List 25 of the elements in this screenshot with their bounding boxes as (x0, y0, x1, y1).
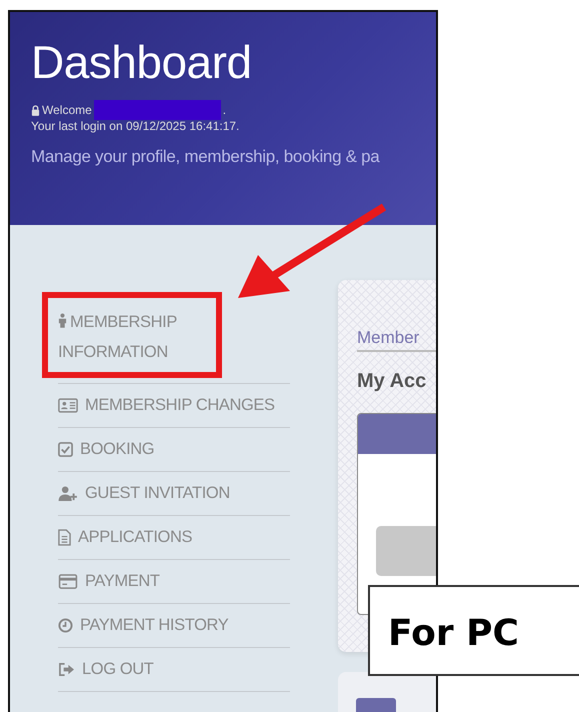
sidebar-item[interactable]: GUEST INVITATION (58, 472, 290, 516)
welcome-text: Welcome (42, 103, 92, 117)
membership-link[interactable]: Member (357, 328, 436, 352)
credit-card-icon (58, 574, 78, 589)
annotation-label: For PC (368, 585, 579, 676)
person-icon (58, 313, 67, 328)
id-card-icon (58, 398, 78, 413)
lock-icon (31, 104, 40, 116)
account-heading: My Acc (357, 370, 428, 393)
subtitle-text: Manage your profile, membership, booking & pa (31, 147, 381, 167)
sidebar-item[interactable]: BOOKING (58, 428, 290, 472)
sidebar-item[interactable]: PAYMENT HISTORY (58, 604, 290, 648)
clock-icon (58, 618, 73, 633)
sidebar-item[interactable]: MEMBERSHIP INFORMATION (58, 303, 228, 383)
checkbox-icon (58, 442, 73, 457)
page-title: Dashboard (31, 35, 253, 90)
welcome-period: . (222, 103, 226, 117)
sidebar-item[interactable]: LOG OUT (58, 648, 290, 692)
user-plus-icon (58, 486, 78, 501)
sidebar-item[interactable]: APPLICATIONS (58, 516, 290, 560)
last-login-text: Your last login on 09/12/2025 16:41:17. (31, 119, 240, 133)
document-icon (58, 529, 71, 546)
sidebar-item[interactable]: PAYMENT (58, 560, 290, 604)
sign-out-icon (58, 662, 75, 677)
sidebar-item[interactable]: MEMBERSHIP CHANGES (58, 383, 290, 428)
